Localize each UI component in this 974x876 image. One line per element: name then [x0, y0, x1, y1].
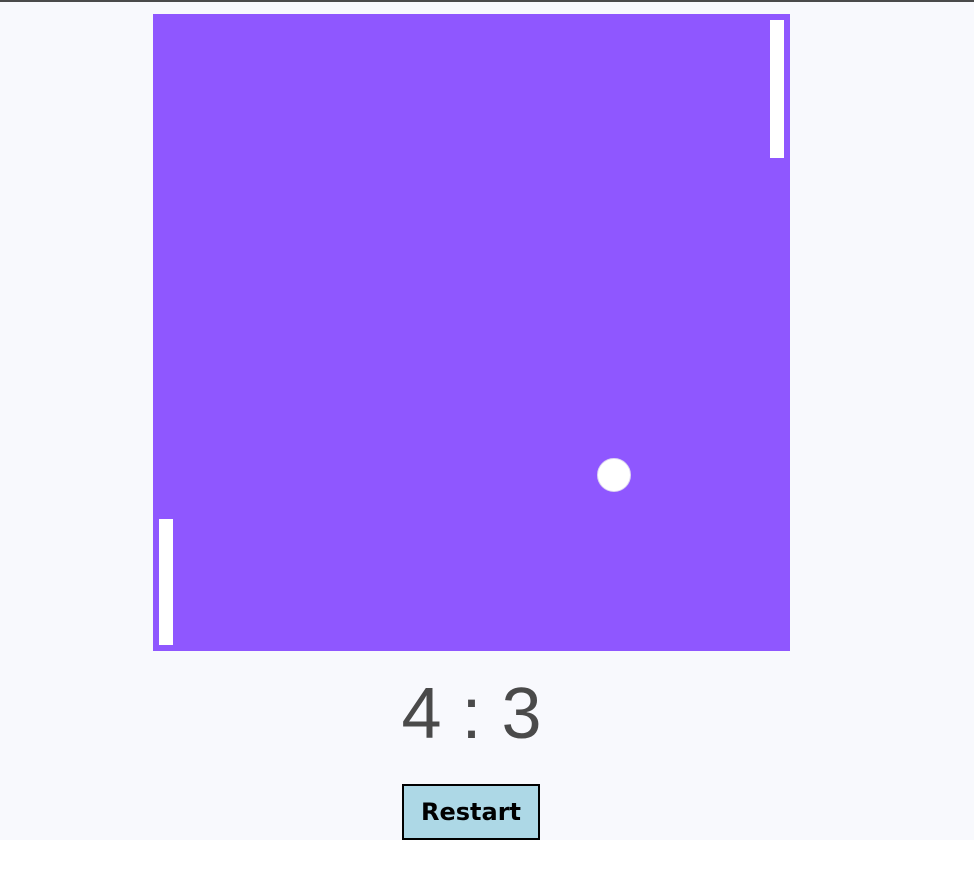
right-paddle [770, 20, 784, 158]
ball [597, 458, 631, 492]
scoreboard: 4 : 3 [153, 674, 790, 754]
score-right: 3 [501, 674, 542, 754]
game-board[interactable] [153, 14, 790, 651]
left-paddle[interactable] [159, 519, 173, 645]
score-separator: : [441, 674, 502, 754]
page-area: 4 : 3 [0, 2, 974, 840]
score-left: 4 [401, 674, 442, 754]
restart-button[interactable]: Restart [402, 784, 540, 840]
